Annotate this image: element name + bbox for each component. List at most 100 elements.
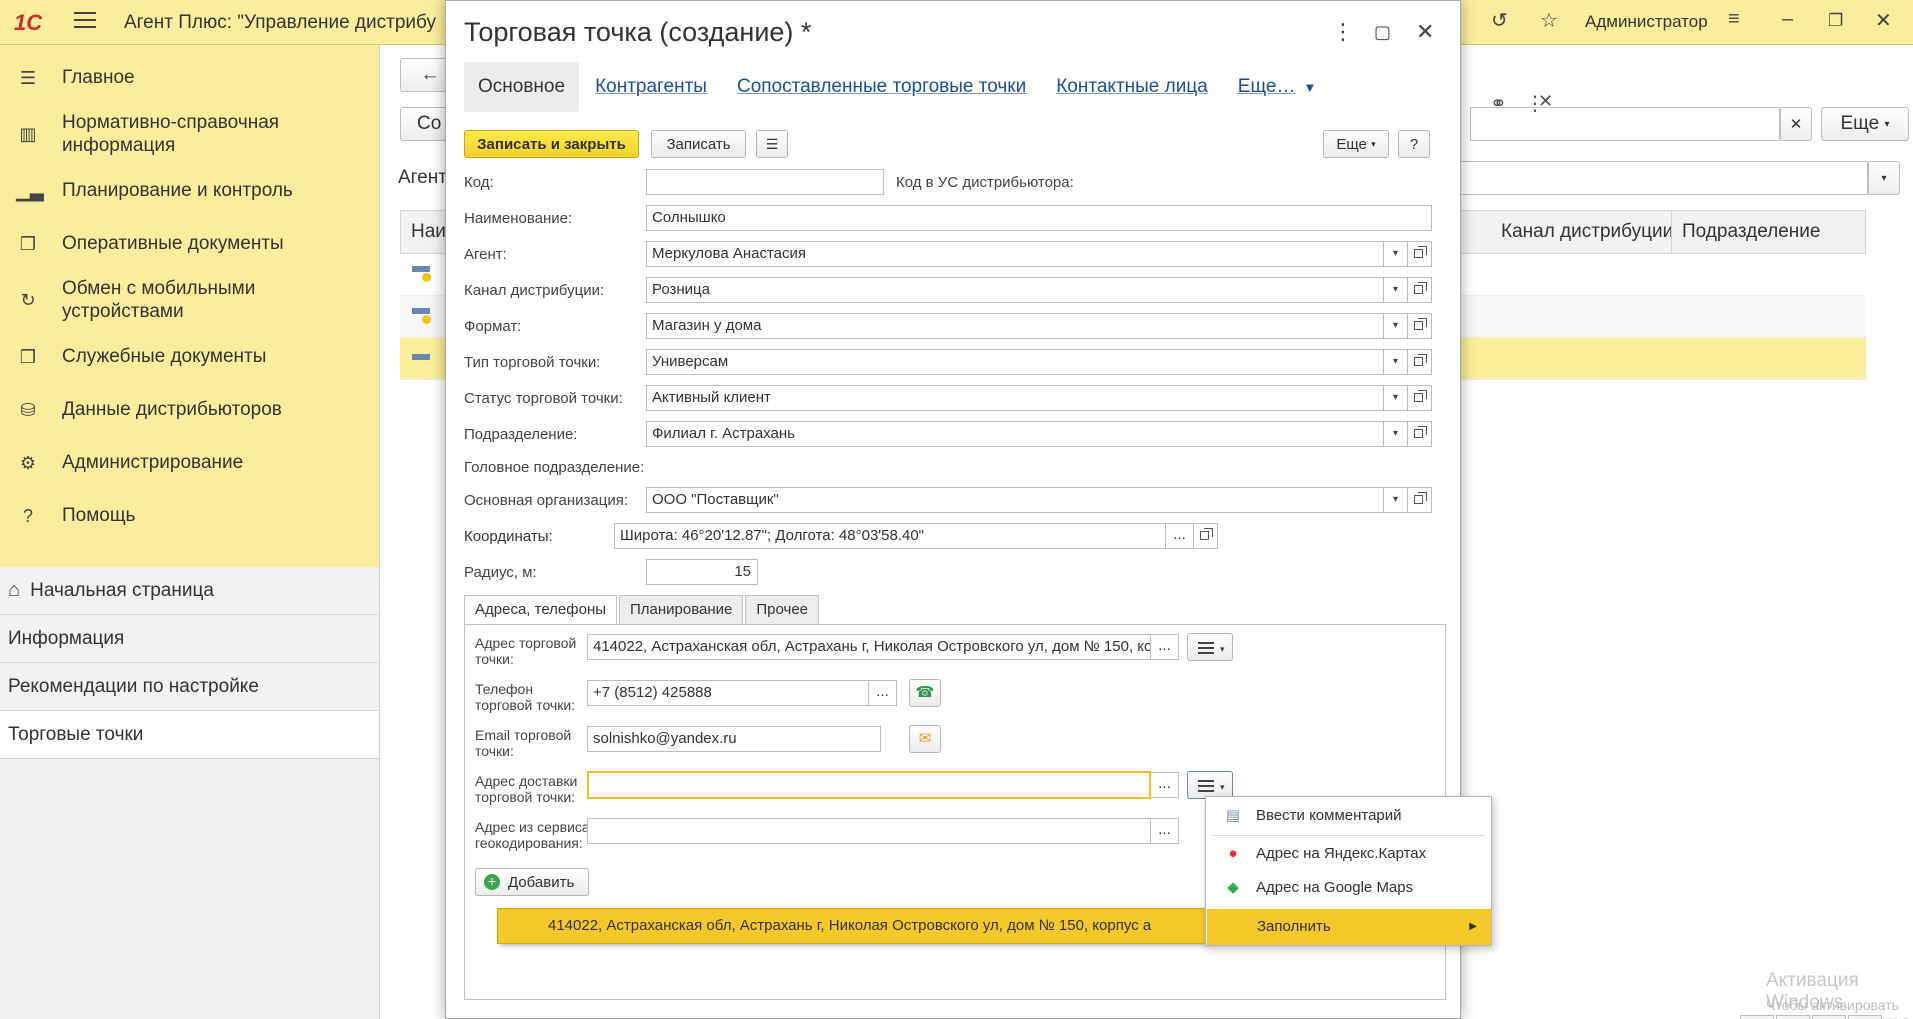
phone-select-button[interactable]: ... xyxy=(869,680,897,706)
address-select-button[interactable]: ... xyxy=(1151,634,1179,660)
sections-panel: ☰ Главное ▥ Нормативно-справочная информ… xyxy=(0,45,379,567)
coordinates-open-icon[interactable] xyxy=(1194,523,1218,549)
organization-dropdown-icon[interactable]: ▾ xyxy=(1384,487,1408,513)
delivery-address-input[interactable] xyxy=(587,771,1151,799)
column-division[interactable]: Подразделение xyxy=(1671,211,1820,253)
agent-filter-input[interactable] xyxy=(1460,161,1868,195)
minimize-icon[interactable]: – xyxy=(1782,8,1793,31)
format-dropdown-icon[interactable]: ▾ xyxy=(1384,313,1408,339)
column-channel[interactable]: Канал дистрибуции xyxy=(1491,211,1673,253)
dropdown-arrow-icon: ▾ xyxy=(1371,138,1376,149)
nav-trade-points[interactable]: Торговые точки xyxy=(0,711,379,759)
main-menu-icon[interactable] xyxy=(74,12,96,30)
tab-main[interactable]: Основное xyxy=(464,62,580,112)
scroll-top-icon[interactable]: ⤒ xyxy=(1740,1015,1774,1019)
tab-counterparties[interactable]: Контрагенты xyxy=(595,76,707,98)
send-email-icon[interactable]: ✉ xyxy=(909,725,941,753)
delivery-address-actions-button[interactable]: ▾ xyxy=(1187,771,1233,799)
user-name[interactable]: Администратор xyxy=(1585,12,1708,32)
tab-contacts[interactable]: Контактные лица xyxy=(1056,76,1208,98)
call-phone-icon[interactable]: ☎ xyxy=(909,679,941,707)
format-input[interactable]: Магазин у дома xyxy=(646,313,1384,339)
tab-more-dropdown-icon[interactable]: ▼ xyxy=(1303,80,1316,95)
scroll-up-icon[interactable]: ▲ xyxy=(1776,1015,1810,1019)
tab-other[interactable]: Прочее xyxy=(745,595,820,625)
status-open-icon[interactable] xyxy=(1408,385,1432,411)
list-more-button[interactable]: Еще ▾ xyxy=(1821,107,1909,141)
search-input[interactable] xyxy=(1470,107,1780,141)
agent-dropdown-icon[interactable]: ▾ xyxy=(1384,241,1408,267)
section-mobile-exchange[interactable]: ↻ Обмен с мобильными устройствами xyxy=(0,270,379,330)
channel-input[interactable]: Розница xyxy=(646,277,1384,303)
section-administration[interactable]: ⚙ Администрирование xyxy=(0,436,379,489)
phone-input[interactable]: +7 (8512) 425888 xyxy=(587,680,869,706)
organization-input[interactable]: ООО "Поставщик" xyxy=(646,487,1384,513)
section-operational-docs[interactable]: ❐ Оперативные документы xyxy=(0,217,379,270)
close-app-icon[interactable]: ✕ xyxy=(1875,8,1892,33)
report-button[interactable]: ☰ xyxy=(756,130,788,158)
geocoding-address-input[interactable] xyxy=(587,818,1151,844)
nav-home[interactable]: ⌂ Начальная страница xyxy=(0,567,379,615)
dialog-help-button[interactable]: ? xyxy=(1398,130,1430,158)
favorites-star-icon[interactable]: ☆ xyxy=(1540,8,1558,33)
dialog-more-button[interactable]: Еще ▾ xyxy=(1323,130,1389,158)
tab-addresses-phones[interactable]: Адреса, телефоны xyxy=(464,595,618,625)
point-type-open-icon[interactable] xyxy=(1408,349,1432,375)
coordinates-select-button[interactable]: ... xyxy=(1166,523,1194,549)
scroll-bottom-icon[interactable]: ⤓ xyxy=(1848,1015,1882,1019)
division-dropdown-icon[interactable]: ▾ xyxy=(1384,421,1408,447)
channel-dropdown-icon[interactable]: ▾ xyxy=(1384,277,1408,303)
close-list-icon[interactable]: ✕ xyxy=(1538,91,1553,112)
point-type-input[interactable]: Универсам xyxy=(646,349,1384,375)
code-input[interactable] xyxy=(646,169,884,195)
email-input[interactable]: solnishko@yandex.ru xyxy=(587,726,881,752)
point-type-dropdown-icon[interactable]: ▾ xyxy=(1384,349,1408,375)
agent-open-icon[interactable] xyxy=(1408,241,1432,267)
section-main[interactable]: ☰ Главное xyxy=(0,51,379,104)
restore-icon[interactable]: ❐ xyxy=(1828,11,1843,31)
name-input[interactable]: Солнышко xyxy=(646,205,1432,231)
nav-information[interactable]: Информация xyxy=(0,615,379,663)
section-help[interactable]: ? Помощь xyxy=(0,489,379,542)
agent-filter-dropdown-icon[interactable]: ▾ xyxy=(1868,161,1900,195)
tab-more[interactable]: Еще… xyxy=(1238,76,1296,98)
settings-menu-icon[interactable]: ≡ xyxy=(1728,8,1740,31)
menu-item-google-maps[interactable]: ◆ Адрес на Google Maps xyxy=(1206,871,1491,905)
address-input[interactable]: 414022, Астраханская обл, Астрахань г, Н… xyxy=(587,634,1151,660)
division-input[interactable]: Филиал г. Астрахань xyxy=(646,421,1384,447)
section-catalogs[interactable]: ▥ Нормативно-справочная информация xyxy=(0,104,379,164)
add-contact-button[interactable]: + Добавить xyxy=(475,868,589,896)
agent-input[interactable]: Меркулова Анастасия xyxy=(646,241,1384,267)
link-icon[interactable]: ⚭ xyxy=(1490,91,1507,116)
tab-planning[interactable]: Планирование xyxy=(619,595,744,625)
delivery-address-select-button[interactable]: ... xyxy=(1151,772,1179,798)
menu-item-enter-comment[interactable]: ▤ Ввести комментарий xyxy=(1206,799,1491,833)
radius-input[interactable]: 15 xyxy=(646,559,758,585)
address-actions-button[interactable]: ▾ xyxy=(1187,633,1233,661)
clear-search-icon[interactable]: ✕ xyxy=(1780,107,1812,141)
division-open-icon[interactable] xyxy=(1408,421,1432,447)
coordinates-input[interactable]: Широта: 46°20'12.87"; Долгота: 48°03'58.… xyxy=(614,523,1166,549)
organization-open-icon[interactable] xyxy=(1408,487,1432,513)
address-suggestion-item[interactable]: 414022, Астраханская обл, Астрахань г, Н… xyxy=(497,908,1208,944)
channel-open-icon[interactable] xyxy=(1408,277,1432,303)
column-name[interactable]: Наи xyxy=(401,211,446,253)
section-service-docs[interactable]: ❒ Служебные документы xyxy=(0,330,379,383)
section-planning[interactable]: ▁▃ Планирование и контроль xyxy=(0,164,379,217)
history-icon[interactable]: ↺ xyxy=(1491,8,1508,33)
close-dialog-icon[interactable]: ✕ xyxy=(1416,19,1434,45)
section-distributor-data[interactable]: ⛁ Данные дистрибьюторов xyxy=(0,383,379,436)
save-button[interactable]: Записать xyxy=(651,130,746,158)
status-dropdown-icon[interactable]: ▾ xyxy=(1384,385,1408,411)
tab-matched-points[interactable]: Сопоставленные торговые точки xyxy=(737,76,1026,98)
more-vertical-icon[interactable]: ⋮ xyxy=(1332,19,1354,45)
save-and-close-button[interactable]: Записать и закрыть xyxy=(464,130,639,158)
menu-item-fill[interactable]: Заполнить ▶ xyxy=(1207,909,1491,945)
geocoding-select-button[interactable]: ... xyxy=(1151,818,1179,844)
format-open-icon[interactable] xyxy=(1408,313,1432,339)
menu-item-yandex-maps[interactable]: ● Адрес на Яндекс.Картах xyxy=(1206,837,1491,871)
scroll-down-icon[interactable]: ▼ xyxy=(1812,1015,1846,1019)
nav-recommendations[interactable]: Рекомендации по настройке xyxy=(0,663,379,711)
maximize-icon[interactable]: ▢ xyxy=(1374,22,1391,43)
status-input[interactable]: Активный клиент xyxy=(646,385,1384,411)
